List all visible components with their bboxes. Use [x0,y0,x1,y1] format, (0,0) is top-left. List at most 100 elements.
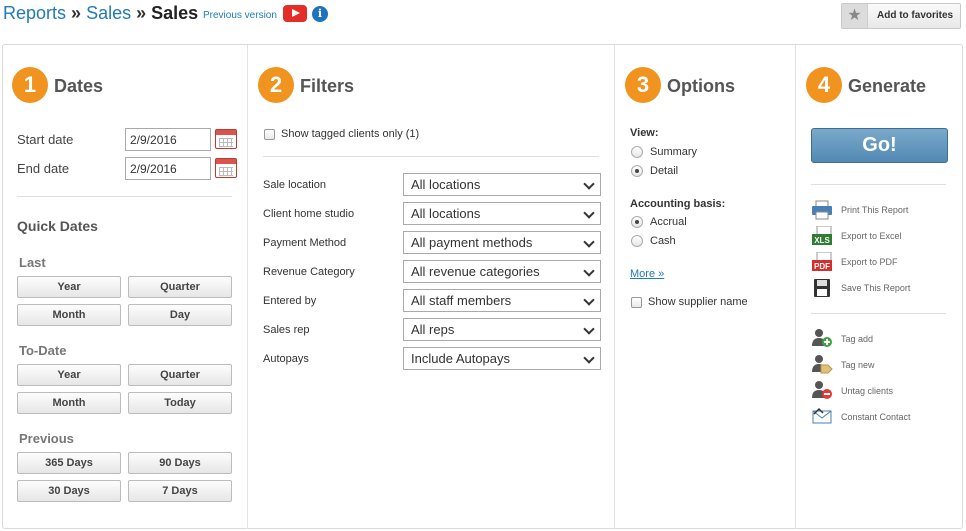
add-to-favorites-button[interactable]: ★ Add to favorites [841,3,961,29]
page-title: Sales [151,3,199,23]
export-pdf-link[interactable]: Export to PDF [841,257,898,267]
chevron-down-icon [583,178,595,190]
previous-90-days-button[interactable]: 90 Days [128,452,232,474]
sales-rep-value: All reps [411,322,455,337]
filter-label-sales-rep: Sales rep [263,324,310,336]
breadcrumb: Reports » Sales » Sales [3,3,198,24]
xls-icon[interactable]: XLS [811,226,833,246]
end-date-label: End date [17,161,70,176]
show-supplier-checkbox[interactable] [631,297,642,308]
show-supplier-label: Show supplier name [648,296,748,308]
chevron-down-icon [583,294,595,306]
view-detail-label: Detail [650,165,679,177]
end-date-input[interactable] [125,157,211,180]
basis-cash-label: Cash [650,235,676,247]
untag-clients-link[interactable]: Untag clients [841,386,893,396]
tag-add-icon[interactable] [811,328,833,348]
view-detail-radio[interactable] [631,165,643,177]
more-options-link[interactable]: More » [630,268,664,280]
quick-dates-title: Quick Dates [17,218,98,234]
filter-label-autopays: Autopays [263,353,309,365]
breadcrumb-sales-link[interactable]: Sales [86,3,131,23]
filter-label-entered-by: Entered by [263,295,317,307]
show-tagged-clients-checkbox[interactable] [264,129,275,140]
autopays-select[interactable]: Include Autopays [403,347,601,370]
column-divider [247,45,248,529]
tag-new-link[interactable]: Tag new [841,360,875,370]
start-date-label: Start date [17,132,74,147]
basis-accrual-radio[interactable] [631,216,643,228]
tag-new-icon[interactable] [811,354,833,374]
calendar-icon[interactable] [215,129,237,149]
previous-365-days-button[interactable]: 365 Days [17,452,121,474]
dates-title: Dates [54,76,104,96]
constant-contact-link[interactable]: Constant Contact [841,412,911,422]
previous-7-days-button[interactable]: 7 Days [128,480,232,502]
go-button[interactable]: Go! [811,128,948,163]
entered-by-select[interactable]: All staff members [403,289,601,312]
basis-cash-radio[interactable] [631,235,643,247]
sale-location-select[interactable]: All locations [403,173,601,196]
chevron-down-icon [583,236,595,248]
svg-text:PDF: PDF [814,262,830,271]
chevron-down-icon [583,207,595,219]
previous-version-link[interactable]: Previous version [203,10,277,21]
todate-today-button[interactable]: Today [128,392,232,414]
last-year-button[interactable]: Year [17,276,121,298]
start-date-input[interactable] [125,128,211,151]
last-day-button[interactable]: Day [128,304,232,326]
payment-method-value: All payment methods [411,235,533,250]
star-icon: ★ [842,4,868,28]
add-to-favorites-label: Add to favorites [877,10,954,21]
previous-30-days-button[interactable]: 30 Days [17,480,121,502]
filter-label-revenue-category: Revenue Category [263,266,355,278]
svg-text:XLS: XLS [814,236,830,245]
calendar-icon[interactable] [215,158,237,178]
last-month-button[interactable]: Month [17,304,121,326]
show-tagged-clients-label: Show tagged clients only (1) [281,128,420,140]
revenue-category-value: All revenue categories [411,264,540,279]
view-summary-radio[interactable] [631,146,643,158]
chevron-down-icon [583,323,595,335]
last-quarter-button[interactable]: Quarter [128,276,232,298]
pdf-icon[interactable]: PDF [811,252,833,272]
previous-title: Previous [19,431,74,446]
video-play-icon[interactable] [283,5,307,22]
sales-rep-select[interactable]: All reps [403,318,601,341]
client-home-studio-select[interactable]: All locations [403,202,601,225]
step-4-badge: 4 [806,67,842,103]
tag-add-link[interactable]: Tag add [841,334,873,344]
filter-label-sale-location: Sale location [263,179,326,191]
client-home-studio-value: All locations [411,206,481,221]
todate-month-button[interactable]: Month [17,392,121,414]
filter-label-payment-method: Payment Method [263,237,347,249]
untag-icon[interactable] [811,380,833,400]
revenue-category-select[interactable]: All revenue categories [403,260,601,283]
divider [811,184,946,185]
info-icon[interactable]: i [312,6,328,22]
todate-year-button[interactable]: Year [17,364,121,386]
filters-title: Filters [300,76,355,96]
payment-method-select[interactable]: All payment methods [403,231,601,254]
sale-location-value: All locations [411,177,481,192]
view-label: View: [630,127,659,139]
options-title: Options [667,76,735,96]
save-icon[interactable] [811,278,833,298]
column-divider [795,45,796,529]
generate-title: Generate [848,76,927,96]
breadcrumb-reports-link[interactable]: Reports [3,3,66,23]
entered-by-value: All staff members [411,293,512,308]
save-report-link[interactable]: Save This Report [841,283,910,293]
breadcrumb-separator: » [136,3,147,23]
step-3-badge: 3 [625,67,661,103]
export-excel-link[interactable]: Export to Excel [841,231,902,241]
todate-quarter-button[interactable]: Quarter [128,364,232,386]
last-title: Last [19,255,46,270]
divider [811,313,946,314]
step-1-badge: 1 [12,67,48,103]
basis-accrual-label: Accrual [650,216,687,228]
constant-contact-icon[interactable] [811,406,833,426]
print-report-link[interactable]: Print This Report [841,205,908,215]
printer-icon[interactable] [811,200,833,220]
divider [17,196,232,197]
